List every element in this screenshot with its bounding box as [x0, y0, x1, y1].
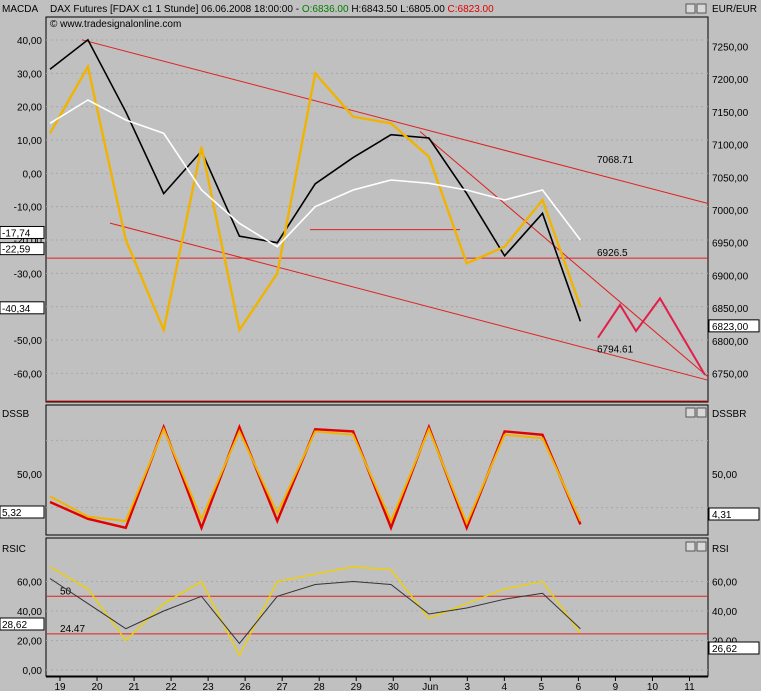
- left-tick-label: -60,00: [14, 369, 43, 380]
- rsi-level-label: 24.47: [60, 624, 85, 635]
- x-tick-label: 19: [54, 682, 66, 691]
- main-pane-right-label: EUR/EUR: [712, 4, 757, 15]
- right-tick-label: 7200,00: [712, 75, 749, 86]
- right-tick-label: 7250,00: [712, 42, 749, 53]
- rsi-left-tick: 20,00: [17, 637, 42, 648]
- x-tick-label: 20: [91, 682, 103, 691]
- x-tick-label: 28: [314, 682, 326, 691]
- watermark: © www.tradesignalonline.com: [50, 19, 181, 30]
- x-tick-label: 22: [166, 682, 178, 691]
- price-annotation: 7068.71: [597, 155, 634, 166]
- right-tick-label: 6800,00: [712, 337, 749, 348]
- right-tick-label: 6900,00: [712, 271, 749, 282]
- rsi-pane-right-label: RSI: [712, 544, 729, 555]
- price-annotation: 6794.61: [597, 344, 634, 355]
- pane-menu-icon[interactable]: [685, 541, 696, 552]
- left-value-tag: -17,74: [2, 228, 31, 239]
- rsi-right-tick: 40,00: [712, 607, 737, 618]
- x-tick-label: 23: [203, 682, 215, 691]
- rsi-pane: [45, 537, 709, 677]
- chart-svg: MACDA EUR/EUR DAX Futures [FDAX c1 1 Stu…: [0, 0, 761, 691]
- left-tick-label: 20,00: [17, 103, 42, 114]
- left-tick-label: 10,00: [17, 136, 42, 147]
- dss-left-value: 5,32: [2, 508, 22, 519]
- x-tick-label: 11: [684, 682, 695, 691]
- right-tick-label: 6950,00: [712, 239, 749, 250]
- x-tick-label: 9: [613, 682, 619, 691]
- right-tick-label: 7050,00: [712, 173, 749, 184]
- right-value-tag: 6823,00: [712, 322, 749, 333]
- left-tick-label: -50,00: [14, 336, 43, 347]
- x-tick-label: 29: [351, 682, 363, 691]
- left-value-tag: -22,59: [2, 245, 31, 256]
- header-line: DAX Futures [FDAX c1 1 Stunde] 06.06.200…: [50, 4, 494, 15]
- dss-pane-left-label: DSSB: [2, 409, 30, 420]
- rsi-left-value: 28,62: [2, 620, 27, 631]
- x-tick-label: 6: [576, 682, 582, 691]
- dss-pane: [45, 404, 709, 536]
- low-value: L:6805.00: [397, 4, 445, 15]
- right-tick-label: 7000,00: [712, 206, 749, 217]
- dss-right-tick: 50,00: [712, 470, 737, 481]
- close-value: C:6823.00: [445, 4, 494, 15]
- chart-window: MACDA EUR/EUR DAX Futures [FDAX c1 1 Stu…: [0, 0, 761, 691]
- rsi-left-tick: 60,00: [17, 578, 42, 589]
- x-tick-label: 21: [128, 682, 140, 691]
- open-value: O:6836.00: [302, 4, 349, 15]
- right-tick-label: 7150,00: [712, 108, 749, 119]
- pane-close-icon[interactable]: [696, 3, 707, 14]
- rsi-right-value: 26,62: [712, 644, 737, 655]
- rsi-pane-left-label: RSIC: [2, 544, 26, 555]
- main-pane-left-label: MACDA: [2, 4, 38, 15]
- left-tick-label: 30,00: [17, 69, 42, 80]
- rsi-left-tick: 0,00: [23, 666, 43, 677]
- x-tick-label: Jun: [422, 682, 438, 691]
- rsi-right-tick: 60,00: [712, 578, 737, 589]
- dss-left-tick: 50,00: [17, 470, 42, 481]
- x-tick-label: 3: [465, 682, 471, 691]
- price-annotation: 6926.5: [597, 248, 628, 259]
- x-tick-label: 4: [502, 682, 508, 691]
- rsi-left-tick: 40,00: [17, 607, 42, 618]
- x-tick-label: 27: [277, 682, 289, 691]
- x-tick-label: 10: [647, 682, 659, 691]
- left-tick-label: 0,00: [23, 169, 43, 180]
- x-tick-label: 5: [539, 682, 545, 691]
- x-tick-label: 30: [388, 682, 400, 691]
- right-tick-label: 7100,00: [712, 141, 749, 152]
- left-tick-label: 40,00: [17, 36, 42, 47]
- left-tick-label: -30,00: [14, 269, 43, 280]
- dss-pane-right-label: DSSBR: [712, 409, 746, 420]
- high-value: H:6843.50: [349, 4, 398, 15]
- pane-menu-icon[interactable]: [685, 3, 696, 14]
- pane-close-icon[interactable]: [696, 541, 707, 552]
- dss-right-value: 4,31: [712, 510, 732, 521]
- left-value-tag: -40,34: [2, 304, 31, 315]
- left-tick-label: -10,00: [14, 203, 43, 214]
- instrument-label: DAX Futures [FDAX c1 1 Stunde] 06.06.200…: [50, 4, 302, 15]
- pane-menu-icon[interactable]: [685, 407, 696, 418]
- x-tick-label: 26: [240, 682, 252, 691]
- right-tick-label: 6850,00: [712, 304, 749, 315]
- pane-close-icon[interactable]: [696, 407, 707, 418]
- right-tick-label: 6750,00: [712, 370, 749, 381]
